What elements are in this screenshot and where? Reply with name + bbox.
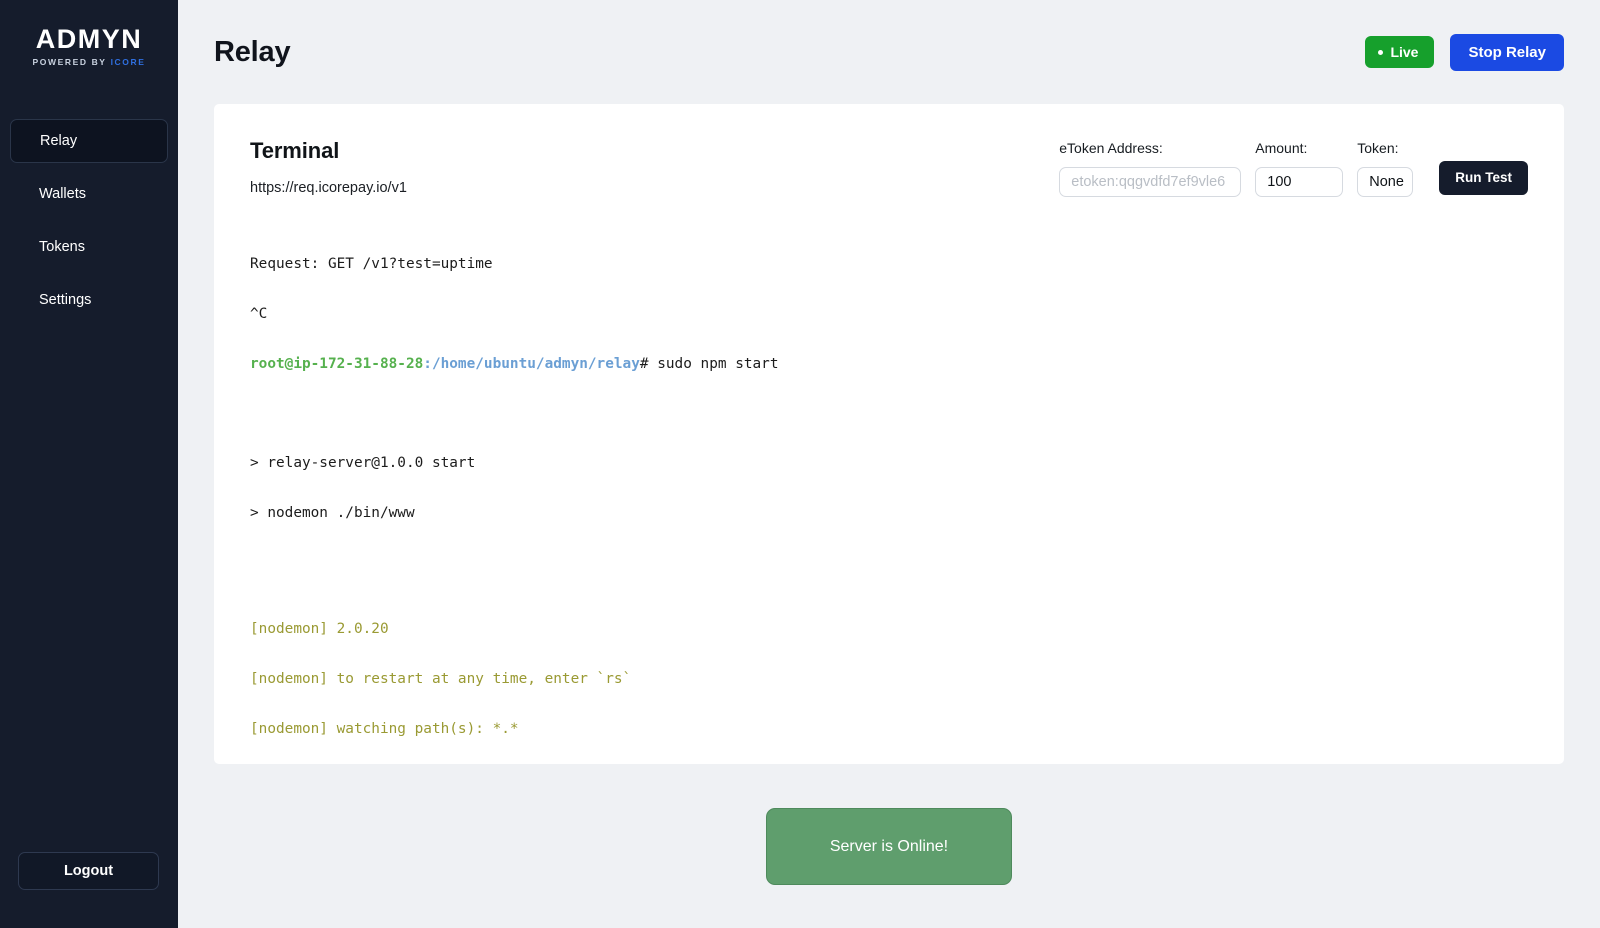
terminal-output: Request: GET /v1?test=uptime ^C root@ip-… [250, 223, 1528, 764]
sidebar-item-wallets[interactable]: Wallets [10, 172, 168, 216]
token-field-group: Token: None [1357, 140, 1414, 197]
terminal-heading-group: Terminal https://req.icorepay.io/v1 [250, 138, 407, 196]
terminal-card-header: Terminal https://req.icorepay.io/v1 eTok… [250, 138, 1528, 197]
terminal-title: Terminal [250, 138, 340, 163]
live-dot-icon [1378, 49, 1384, 55]
logo: ADMYN POWERED BY ICORE [32, 24, 145, 68]
test-controls: eToken Address: Amount: Token: None Run … [1059, 138, 1528, 197]
amount-label: Amount: [1255, 140, 1308, 156]
live-badge-label: Live [1390, 44, 1419, 60]
sidebar-nav: Relay Wallets Tokens Settings [0, 119, 178, 322]
main-content: Relay Live Stop Relay Terminal https://r… [178, 0, 1600, 928]
sidebar-item-relay[interactable]: Relay [10, 119, 168, 163]
sidebar-item-label: Tokens [39, 239, 85, 255]
terminal-line: [nodemon] watching path(s): *.* [250, 720, 519, 737]
server-status-button[interactable]: Server is Online! [766, 808, 1012, 885]
token-value[interactable]: None [1357, 167, 1414, 197]
etoken-address-input[interactable] [1059, 167, 1242, 197]
terminal-line: Request: GET /v1?test=uptime [250, 256, 493, 273]
sidebar-item-label: Wallets [39, 186, 86, 202]
app-root: ADMYN POWERED BY ICORE Relay Wallets Tok… [0, 0, 1600, 928]
terminal-line: [nodemon] 2.0.20 [250, 621, 389, 638]
sidebar-item-label: Relay [40, 133, 78, 149]
etoken-label: eToken Address: [1059, 140, 1163, 156]
prompt-path: :/home/ubuntu/admyn/relay [423, 355, 640, 372]
logo-title: ADMYN [35, 24, 143, 54]
topbar: Relay Live Stop Relay [178, 0, 1600, 104]
terminal-line: ^C [250, 305, 268, 322]
status-badge-live[interactable]: Live [1365, 36, 1435, 68]
amount-input[interactable] [1255, 167, 1344, 197]
terminal-line: [nodemon] to restart at any time, enter … [250, 671, 632, 688]
sidebar-item-label: Settings [39, 292, 92, 308]
sidebar: ADMYN POWERED BY ICORE Relay Wallets Tok… [0, 0, 178, 928]
terminal-line: > relay-server@1.0.0 start [250, 455, 476, 472]
page-title: Relay [214, 35, 291, 68]
terminal-prompt-line: root@ip-172-31-88-28:/home/ubuntu/admyn/… [250, 356, 1528, 373]
terminal-gap [250, 406, 1528, 423]
topbar-actions: Live Stop Relay [1365, 33, 1564, 71]
endpoint-url: https://req.icorepay.io/v1 [250, 180, 407, 196]
footer: Server is Online! [178, 808, 1600, 885]
logout-button[interactable]: Logout [18, 852, 159, 890]
logo-tagline-prefix: POWERED BY [32, 57, 107, 67]
logo-tagline: POWERED BY ICORE [32, 57, 145, 67]
prompt-command: # sudo npm start [639, 355, 779, 372]
run-test-button[interactable]: Run Test [1439, 161, 1528, 195]
token-label: Token: [1357, 140, 1399, 156]
terminal-line: > nodemon ./bin/www [250, 505, 415, 522]
amount-field-group: Amount: [1255, 140, 1344, 197]
etoken-field-group: eToken Address: [1059, 140, 1242, 197]
stop-relay-button[interactable]: Stop Relay [1450, 33, 1564, 71]
sidebar-item-settings[interactable]: Settings [10, 278, 168, 322]
prompt-user: root@ip-172-31-88-28 [250, 355, 424, 372]
logo-tagline-brand: ICORE [110, 57, 146, 67]
sidebar-item-tokens[interactable]: Tokens [10, 225, 168, 269]
terminal-card: Terminal https://req.icorepay.io/v1 eTok… [214, 104, 1564, 764]
terminal-gap [250, 555, 1528, 588]
